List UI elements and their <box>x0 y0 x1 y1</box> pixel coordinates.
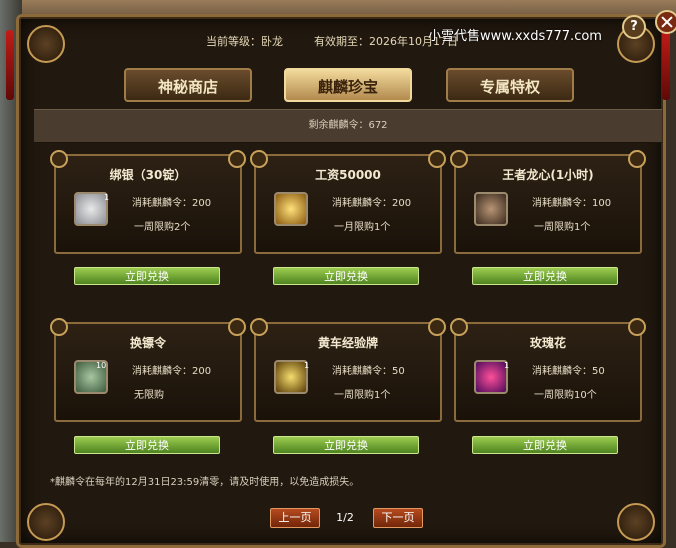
exchange-button[interactable]: 立即兑换 <box>273 436 419 454</box>
item-quantity: 1 <box>504 361 510 370</box>
item-limit: 一周限购10个 <box>534 390 597 401</box>
dragon-heart-icon[interactable] <box>474 192 508 226</box>
item-limit: 一月限购1个 <box>334 222 391 233</box>
item-limit: 一周限购2个 <box>134 222 191 233</box>
item-limit: 无限购 <box>134 390 164 401</box>
page-indicator: 1/2 <box>336 511 354 524</box>
escort-token-icon[interactable]: 10 <box>74 360 108 394</box>
prev-page-button[interactable]: 上一页 <box>270 508 320 528</box>
remaining-tokens: 剩余麒麟令：672 <box>34 109 662 143</box>
item-title: 工资50000 <box>315 168 381 182</box>
silver-ingot-icon[interactable]: 1 <box>74 192 110 226</box>
corner-ornament-icon <box>27 503 65 541</box>
item-title: 绑银（30锭） <box>109 168 187 182</box>
help-button[interactable]: ? <box>622 15 646 39</box>
item-card: 工资50000 消耗麒麟令：200 一月限购1个 <box>250 150 446 254</box>
exchange-button[interactable]: 立即兑换 <box>472 267 618 285</box>
item-card: 王者龙心(1小时) 消耗麒麟令：100 一周限购1个 <box>450 150 646 254</box>
item-card: 黄车经验牌 1 消耗麒麟令：50 一周限购1个 <box>250 318 446 422</box>
item-quantity: 1 <box>304 361 310 370</box>
item-cost: 消耗麒麟令：50 <box>332 366 405 377</box>
exp-tablet-icon[interactable]: 1 <box>274 360 310 394</box>
item-title: 玫瑰花 <box>529 336 566 350</box>
close-button[interactable] <box>655 10 676 34</box>
item-cost: 消耗麒麟令：200 <box>332 198 412 209</box>
item-cost: 消耗麒麟令：50 <box>532 366 605 377</box>
watermark: 小雪代售www.xxds777.com <box>428 29 602 44</box>
item-quantity: 10 <box>96 361 107 370</box>
item-cost: 消耗麒麟令：200 <box>132 366 212 377</box>
item-title: 黄车经验牌 <box>317 336 378 350</box>
item-cost: 消耗麒麟令：100 <box>532 198 612 209</box>
item-limit: 一周限购1个 <box>534 222 591 233</box>
next-page-button[interactable]: 下一页 <box>373 508 423 528</box>
current-level: 当前等级：卧龙 <box>206 35 283 48</box>
rose-icon[interactable]: 1 <box>474 360 510 394</box>
tab-mystery-shop[interactable]: 神秘商店 <box>124 68 252 102</box>
item-card: 换镖令 10 消耗麒麟令：200 无限购 <box>50 318 246 422</box>
tab-exclusive-privileges[interactable]: 专属特权 <box>446 68 574 102</box>
item-quantity: 1 <box>104 193 110 202</box>
item-card: 玫瑰花 1 消耗麒麟令：50 一周限购10个 <box>450 318 646 422</box>
exchange-button[interactable]: 立即兑换 <box>74 267 220 285</box>
item-cost: 消耗麒麟令：200 <box>132 198 212 209</box>
item-card: 绑银（30锭） 1 消耗麒麟令：200 一周限购2个 <box>50 150 246 254</box>
exchange-button[interactable]: 立即兑换 <box>273 267 419 285</box>
tab-qilin-treasure[interactable]: 麒麟珍宝 <box>284 68 412 102</box>
gold-pouch-icon[interactable] <box>274 192 308 226</box>
exchange-button[interactable]: 立即兑换 <box>74 436 220 454</box>
corner-ornament-icon <box>617 503 655 541</box>
reset-note: *麒麟令在每年的12月31日23:59清零，请及时使用，以免造成损失。 <box>50 477 360 488</box>
exchange-button[interactable]: 立即兑换 <box>472 436 618 454</box>
item-title: 换镖令 <box>129 336 166 350</box>
item-limit: 一周限购1个 <box>334 390 391 401</box>
item-title: 王者龙心(1小时) <box>502 168 594 182</box>
